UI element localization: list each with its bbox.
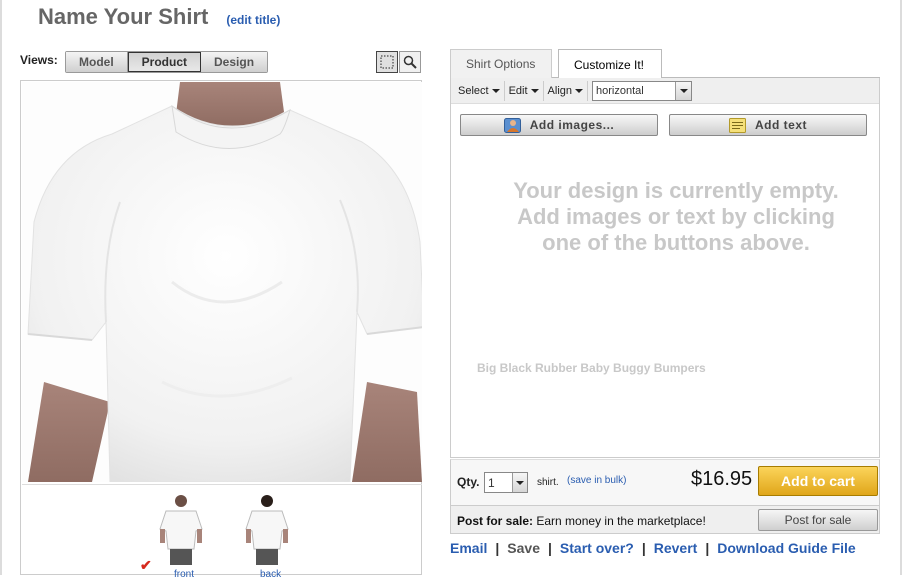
link-separator: | xyxy=(705,540,710,556)
dropdown-arrow-icon xyxy=(512,473,527,492)
views-label: Views: xyxy=(20,53,58,67)
tab-bar: Shirt Options Customize It! xyxy=(450,49,880,79)
save-in-bulk-link[interactable]: (save in bulk) xyxy=(567,475,626,486)
title-row: Name Your Shirt (edit title) xyxy=(38,4,280,30)
back-thumbnail[interactable] xyxy=(242,493,292,569)
link-separator: | xyxy=(641,540,646,556)
edit-menu[interactable]: Edit xyxy=(505,80,544,101)
tab-customize-it[interactable]: Customize It! xyxy=(558,49,662,79)
download-guide-link[interactable]: Download Guide File xyxy=(717,540,855,556)
check-icon: ✔ xyxy=(140,557,152,573)
qty-label: Qty. xyxy=(457,475,480,489)
add-images-label: Add images... xyxy=(529,118,615,132)
grid-select-icon[interactable] xyxy=(376,51,398,73)
align-menu[interactable]: Align xyxy=(544,80,589,101)
post-for-sale-row: Post for sale: Earn money in the marketp… xyxy=(450,506,880,534)
post-for-sale-text: Post for sale: Earn money in the marketp… xyxy=(457,514,706,528)
quantity-value: 1 xyxy=(488,475,495,490)
view-thumbnails: ✔ front back xyxy=(22,484,422,580)
link-separator: | xyxy=(547,540,552,556)
customize-panel: Shirt Options Customize It! Select Edit … xyxy=(450,49,880,575)
post-for-sale-desc: Earn money in the marketplace! xyxy=(533,514,706,528)
edit-menu-label: Edit xyxy=(508,84,528,97)
views-toggle-group: Model Product Design xyxy=(65,51,269,73)
start-over-link[interactable]: Start over? xyxy=(560,540,634,556)
design-toolbar: Select Edit Align horizontal xyxy=(451,78,879,104)
empty-message-line: Add images or text by clicking xyxy=(517,204,835,229)
magnifier-icon[interactable] xyxy=(399,51,421,73)
image-icon xyxy=(503,117,521,133)
quantity-select[interactable]: 1 xyxy=(484,472,528,493)
add-to-cart-button[interactable]: Add to cart xyxy=(758,466,878,496)
action-links: Email | Save | Start over? | Revert | Do… xyxy=(450,539,880,557)
post-for-sale-button[interactable]: Post for sale xyxy=(758,509,878,531)
select-menu-label: Select xyxy=(458,84,489,97)
dropdown-arrow-icon xyxy=(575,88,584,93)
unit-label: shirt. xyxy=(537,477,559,488)
empty-message-line: Your design is currently empty. xyxy=(513,178,839,203)
empty-message-line: one of the buttons above. xyxy=(542,230,810,255)
edit-title-link[interactable]: (edit title) xyxy=(226,13,280,27)
email-link[interactable]: Email xyxy=(450,540,487,556)
order-row: Qty. 1 shirt. (save in bulk) $16.95 Add … xyxy=(450,459,880,506)
orientation-select[interactable]: horizontal xyxy=(592,80,693,101)
add-text-button[interactable]: Add text xyxy=(669,114,867,136)
text-note-icon xyxy=(729,117,746,133)
design-canvas-panel: Select Edit Align horizontal Add images.… xyxy=(450,78,880,458)
dropdown-arrow-icon xyxy=(530,88,539,93)
view-model-button[interactable]: Model xyxy=(66,52,128,72)
add-text-label: Add text xyxy=(755,118,807,132)
front-thumbnail[interactable] xyxy=(156,493,206,569)
align-menu-label: Align xyxy=(547,84,573,97)
dropdown-arrow-icon xyxy=(675,81,692,100)
link-separator: | xyxy=(495,540,500,556)
dropdown-arrow-icon xyxy=(491,88,500,93)
add-images-button[interactable]: Add images... xyxy=(460,114,658,136)
tab-shirt-options[interactable]: Shirt Options xyxy=(450,49,552,78)
left-frame-border xyxy=(0,0,2,575)
select-menu[interactable]: Select xyxy=(454,80,505,101)
product-preview: ✔ front back xyxy=(20,80,422,580)
sample-text: Big Black Rubber Baby Buggy Bumpers xyxy=(477,361,706,375)
page-title: Name Your Shirt xyxy=(38,4,209,29)
orientation-value: horizontal xyxy=(596,84,644,97)
price: $16.95 xyxy=(691,468,753,490)
save-link[interactable]: Save xyxy=(507,540,540,556)
post-for-sale-label: Post for sale: xyxy=(457,514,534,528)
view-design-button[interactable]: Design xyxy=(201,52,268,72)
view-product-button[interactable]: Product xyxy=(127,52,202,72)
revert-link[interactable]: Revert xyxy=(654,540,698,556)
views-row: Views: Model Product Design xyxy=(20,51,422,75)
shirt-product-image xyxy=(22,82,422,482)
empty-design-message: Your design is currently empty. Add imag… xyxy=(471,178,881,256)
